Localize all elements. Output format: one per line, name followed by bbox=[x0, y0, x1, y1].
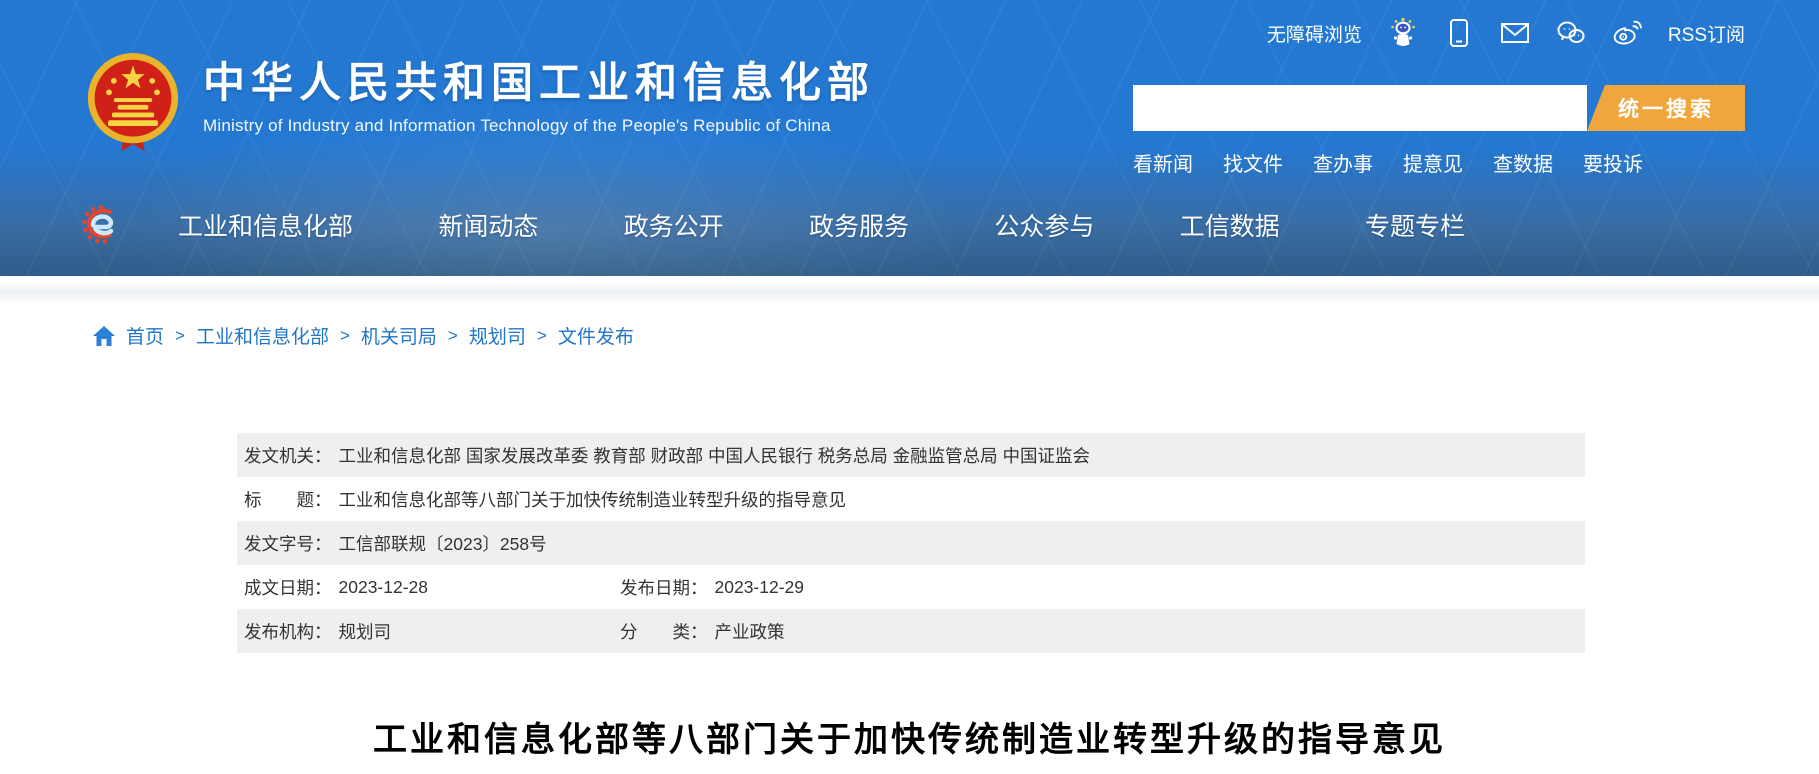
article-title: 工业和信息化部等八部门关于加快传统制造业转型升级的指导意见 bbox=[0, 712, 1819, 761]
table-row-issuing-agency: 发文机关： 工业和信息化部 国家发展改革委 教育部 财政部 中国人民银行 税务总… bbox=[237, 433, 1585, 477]
document-info-table: 发文机关： 工业和信息化部 国家发展改革委 教育部 财政部 中国人民银行 税务总… bbox=[237, 433, 1585, 653]
field-label: 发文字号： bbox=[244, 531, 332, 556]
quick-links: 看新闻 找文件 查办事 提意见 查数据 要投诉 bbox=[1133, 148, 1745, 177]
masthead: 中华人民共和国工业和信息化部 Ministry of Industry and … bbox=[85, 52, 875, 152]
quick-link-complaints[interactable]: 要投诉 bbox=[1583, 148, 1643, 177]
field-value: 2023-12-28 bbox=[339, 577, 429, 598]
miit-e-logo-icon[interactable] bbox=[80, 204, 120, 246]
breadcrumb: 首页 > 工业和信息化部 > 机关司局 > 规划司 > 文件发布 bbox=[93, 322, 634, 349]
site-title: 中华人民共和国工业和信息化部 bbox=[203, 60, 875, 106]
field-value: 规划司 bbox=[339, 619, 392, 644]
table-row-doc-number: 发文字号： 工信部联规〔2023〕258号 bbox=[237, 521, 1585, 565]
utility-bar: 无障碍浏览 bbox=[1267, 18, 1745, 48]
main-nav: 工业和信息化部 新闻动态 政务公开 政务服务 公众参与 工信数据 专题专栏 bbox=[80, 196, 1465, 254]
site-header: 无障碍浏览 bbox=[0, 0, 1819, 276]
table-row-title: 标 题： 工业和信息化部等八部门关于加快传统制造业转型升级的指导意见 bbox=[237, 477, 1585, 521]
field-value: 2023-12-29 bbox=[715, 577, 805, 598]
breadcrumb-departments[interactable]: 机关司局 bbox=[361, 322, 437, 349]
breadcrumb-separator: > bbox=[175, 326, 185, 346]
field-value: 工业和信息化部 国家发展改革委 教育部 财政部 中国人民银行 税务总局 金融监管… bbox=[339, 443, 1091, 468]
quick-link-services[interactable]: 查办事 bbox=[1313, 148, 1373, 177]
mail-icon[interactable] bbox=[1500, 18, 1530, 48]
field-label: 发布日期： bbox=[620, 575, 708, 600]
unified-search-input[interactable] bbox=[1133, 85, 1587, 131]
nav-item-special-topics[interactable]: 专题专栏 bbox=[1365, 207, 1465, 243]
issuing-agency-cell: 发文机关： 工业和信息化部 国家发展改革委 教育部 财政部 中国人民银行 税务总… bbox=[244, 443, 1090, 468]
site-title-link[interactable]: 中华人民共和国工业和信息化部 Ministry of Industry and … bbox=[203, 52, 875, 136]
nav-item-news[interactable]: 新闻动态 bbox=[438, 207, 538, 243]
nav-items: 工业和信息化部 新闻动态 政务公开 政务服务 公众参与 工信数据 专题专栏 bbox=[178, 207, 1465, 243]
weibo-icon[interactable] bbox=[1612, 18, 1642, 48]
quick-link-news[interactable]: 看新闻 bbox=[1133, 148, 1193, 177]
mobile-icon[interactable] bbox=[1444, 18, 1474, 48]
wechat-icon[interactable] bbox=[1556, 18, 1586, 48]
quick-link-suggestions[interactable]: 提意见 bbox=[1403, 148, 1463, 177]
field-label: 成文日期： bbox=[244, 575, 332, 600]
national-emblem-icon bbox=[85, 52, 181, 152]
field-value: 工信部联规〔2023〕258号 bbox=[339, 531, 547, 556]
search-block: 统一搜索 看新闻 找文件 查办事 提意见 查数据 要投诉 bbox=[1133, 85, 1745, 177]
table-row-dates: 成文日期： 2023-12-28 发布日期： 2023-12-29 bbox=[237, 565, 1585, 609]
breadcrumb-planning-dept[interactable]: 规划司 bbox=[469, 322, 526, 349]
accessibility-link[interactable]: 无障碍浏览 bbox=[1267, 20, 1362, 47]
nav-item-miit-data[interactable]: 工信数据 bbox=[1180, 207, 1280, 243]
field-value: 工业和信息化部等八部门关于加快传统制造业转型升级的指导意见 bbox=[339, 487, 847, 512]
header-shadow-band bbox=[0, 284, 1819, 302]
quick-link-data[interactable]: 查数据 bbox=[1493, 148, 1553, 177]
publisher-cell: 发布机构： 规划司 bbox=[244, 619, 391, 644]
nav-item-gov-services[interactable]: 政务服务 bbox=[809, 207, 909, 243]
table-row-publisher-category: 发布机构： 规划司 分 类： 产业政策 bbox=[237, 609, 1585, 653]
category-cell: 分 类： 产业政策 bbox=[620, 609, 785, 653]
breadcrumb-separator: > bbox=[448, 326, 458, 346]
breadcrumb-home[interactable]: 首页 bbox=[126, 322, 164, 349]
breadcrumb-document-release[interactable]: 文件发布 bbox=[558, 322, 634, 349]
rss-link[interactable]: RSS订阅 bbox=[1668, 20, 1745, 47]
breadcrumb-separator: > bbox=[340, 326, 350, 346]
title-cell: 标 题： 工业和信息化部等八部门关于加快传统制造业转型升级的指导意见 bbox=[244, 487, 846, 512]
site-subtitle: Ministry of Industry and Information Tec… bbox=[203, 116, 875, 136]
quick-link-documents[interactable]: 找文件 bbox=[1223, 148, 1283, 177]
nav-item-public-participation[interactable]: 公众参与 bbox=[994, 207, 1094, 243]
nav-item-miit[interactable]: 工业和信息化部 bbox=[178, 207, 353, 243]
unified-search-button[interactable]: 统一搜索 bbox=[1587, 85, 1745, 131]
field-label: 发布机构： bbox=[244, 619, 332, 644]
home-icon[interactable] bbox=[93, 325, 115, 347]
page: 无障碍浏览 bbox=[0, 0, 1819, 774]
doc-number-cell: 发文字号： 工信部联规〔2023〕258号 bbox=[244, 531, 547, 556]
nav-item-gov-disclosure[interactable]: 政务公开 bbox=[624, 207, 724, 243]
field-label: 标 题： bbox=[244, 487, 332, 512]
field-label: 分 类： bbox=[620, 619, 708, 644]
field-value: 产业政策 bbox=[715, 619, 785, 644]
accessibility-mascot-icon[interactable] bbox=[1388, 18, 1418, 48]
field-label: 发文机关： bbox=[244, 443, 332, 468]
publish-date-cell: 发布日期： 2023-12-29 bbox=[620, 565, 804, 609]
written-date-cell: 成文日期： 2023-12-28 bbox=[244, 575, 428, 600]
breadcrumb-miit[interactable]: 工业和信息化部 bbox=[196, 322, 329, 349]
breadcrumb-separator: > bbox=[537, 326, 547, 346]
